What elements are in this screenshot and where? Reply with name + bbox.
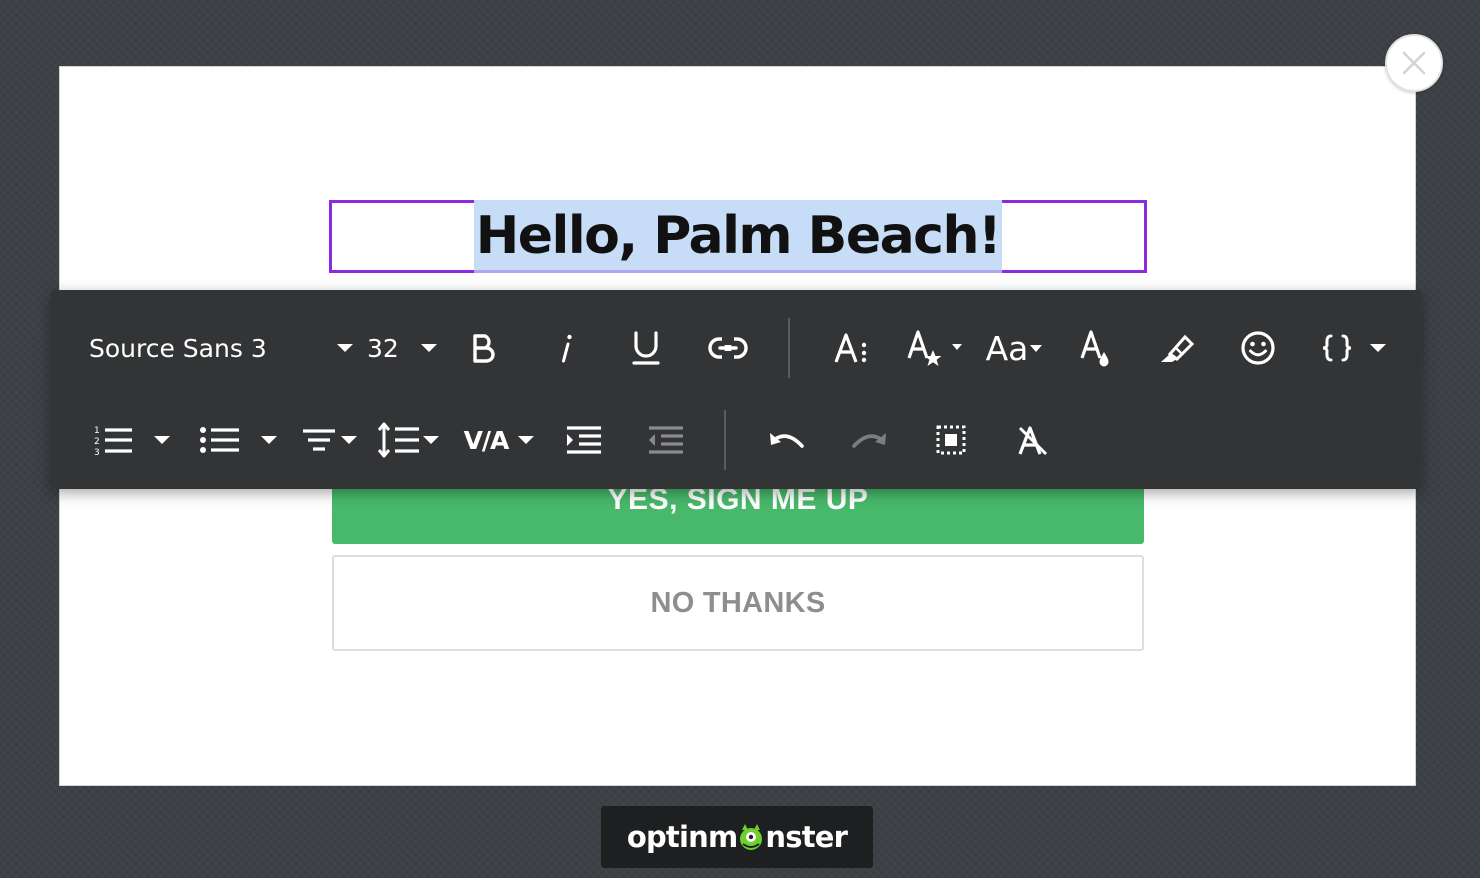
highlight-icon	[1161, 334, 1195, 362]
special-characters-button[interactable]	[903, 324, 967, 372]
chevron-down-icon	[1370, 344, 1386, 352]
text-color-button[interactable]	[1073, 324, 1119, 372]
emoji-icon	[1241, 331, 1275, 365]
highlight-button[interactable]	[1153, 326, 1199, 370]
underline-button[interactable]	[623, 324, 669, 372]
text-align-icon	[303, 429, 335, 451]
headline-editor[interactable]: Hello, Palm Beach!	[329, 200, 1147, 273]
text-align-button[interactable]	[297, 418, 361, 462]
text-color-icon	[1080, 330, 1109, 367]
font-family-select[interactable]: Source Sans 3	[89, 326, 359, 370]
ordered-list-icon: 1 2 3	[94, 426, 132, 456]
line-spacing-button[interactable]	[375, 418, 441, 462]
chevron-down-icon	[154, 436, 170, 444]
undo-button[interactable]	[764, 418, 810, 462]
bold-button[interactable]	[461, 326, 507, 370]
indent-icon	[567, 426, 601, 454]
font-size-select[interactable]: 32	[367, 326, 437, 370]
line-height-button[interactable]	[828, 326, 874, 370]
undo-icon	[770, 433, 804, 448]
line-height-icon	[834, 333, 867, 363]
letter-spacing-icon: V/A	[463, 425, 510, 455]
headline-text[interactable]: Hello, Palm Beach!	[473, 200, 1003, 273]
chevron-down-icon	[423, 436, 439, 444]
select-all-button[interactable]	[928, 418, 974, 462]
clear-formatting-button[interactable]	[1009, 418, 1055, 462]
optinmonster-branding[interactable]: optinm nster	[601, 806, 873, 868]
monster-logo-icon	[740, 824, 763, 850]
svg-text:2: 2	[94, 437, 100, 447]
chevron-down-icon	[421, 344, 437, 352]
chevron-down-icon	[341, 436, 357, 444]
chevron-down-icon	[1030, 344, 1043, 352]
unordered-list-button[interactable]	[195, 418, 281, 462]
line-spacing-icon	[377, 422, 419, 458]
toolbar-divider	[788, 318, 790, 378]
close-icon	[1402, 51, 1426, 75]
svg-text:3: 3	[94, 448, 100, 456]
special-characters-icon	[907, 330, 962, 366]
toolbar-divider	[724, 410, 726, 470]
outdent-icon	[649, 426, 683, 454]
select-all-icon	[936, 425, 966, 455]
font-size-value: 32	[367, 333, 399, 363]
smart-tags-button[interactable]	[1317, 326, 1389, 370]
italic-icon	[562, 334, 572, 363]
redo-button[interactable]	[846, 418, 892, 462]
chevron-down-icon	[261, 436, 277, 444]
chevron-down-icon	[518, 436, 535, 444]
letter-spacing-button[interactable]: V/A	[461, 418, 537, 462]
text-case-button[interactable]: Aa	[981, 326, 1047, 370]
outdent-button[interactable]	[643, 418, 689, 462]
indent-button[interactable]	[561, 418, 607, 462]
svg-text:1: 1	[94, 426, 100, 436]
link-icon	[708, 337, 748, 359]
clear-formatting-icon	[1018, 426, 1048, 456]
smart-tags-icon	[1322, 334, 1352, 362]
font-family-value: Source Sans 3	[89, 333, 267, 363]
text-editor-toolbar: Source Sans 3 32 Aa 1 2 3 V/A	[51, 290, 1422, 489]
unordered-list-icon	[200, 427, 239, 453]
italic-button[interactable]	[543, 326, 589, 370]
redo-icon	[852, 433, 886, 448]
emoji-button[interactable]	[1235, 326, 1281, 370]
bold-icon	[473, 334, 495, 363]
chevron-down-icon	[337, 344, 353, 352]
underline-icon	[632, 331, 660, 365]
close-button[interactable]	[1385, 34, 1443, 92]
no-thanks-button[interactable]: NO THANKS	[332, 555, 1144, 651]
ordered-list-button[interactable]: 1 2 3	[89, 418, 173, 462]
text-case-icon: Aa	[985, 328, 1029, 368]
link-button[interactable]	[703, 326, 753, 370]
logo: optinm nster	[626, 820, 848, 854]
